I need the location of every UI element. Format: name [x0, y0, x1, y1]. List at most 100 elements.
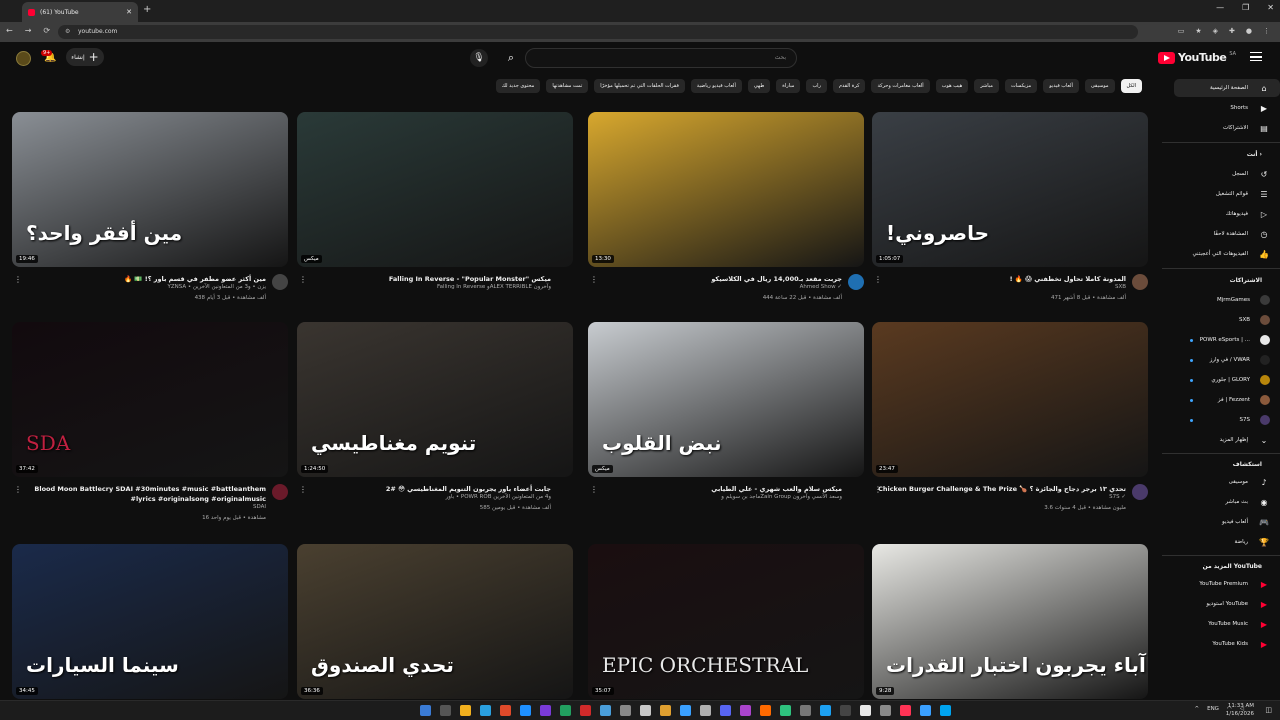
taskbar-app-icon[interactable]	[520, 705, 531, 716]
taskbar-app-icon[interactable]	[640, 705, 651, 716]
video-card[interactable]: ميكس ميكس "Falling In Reverse - "Popular …	[297, 112, 573, 317]
taskbar-app-icon[interactable]	[800, 705, 811, 716]
chip[interactable]: كرة القدم	[832, 79, 866, 93]
taskbar-app-icon[interactable]	[920, 705, 931, 716]
taskbar-app-icon[interactable]	[880, 705, 891, 716]
taskbar-app-icon[interactable]	[460, 705, 471, 716]
video-thumbnail[interactable]: نبض القلوب ميكس	[588, 322, 864, 477]
chip[interactable]: الكل	[1120, 79, 1142, 93]
taskbar-app-icon[interactable]	[480, 705, 491, 716]
video-thumbnail[interactable]: SDA 37:42	[12, 322, 288, 477]
chip[interactable]: محتوى جديد لك	[495, 79, 541, 93]
notification-center-icon[interactable]: ◫	[1265, 706, 1272, 714]
search-icon[interactable]: ⌕	[500, 49, 522, 67]
video-card[interactable]: مين أفقر واحد؟ 19:46 مين أكثر عضو مطفر في …	[12, 112, 288, 317]
sidebar-item[interactable]: SXB	[1174, 311, 1280, 329]
more-actions-icon[interactable]: ⋮	[590, 275, 598, 284]
sidebar-item[interactable]: MjrmGames	[1174, 291, 1280, 309]
taskbar-app-icon[interactable]	[740, 705, 751, 716]
video-thumbnail[interactable]: مين أفقر واحد؟ 19:46	[12, 112, 288, 267]
chip[interactable]: مباراة	[776, 79, 801, 93]
taskbar-app-icon[interactable]	[840, 705, 851, 716]
taskbar-app-icon[interactable]	[860, 705, 871, 716]
tab-close-icon[interactable]: ✕	[126, 8, 132, 16]
video-title[interactable]: ميكس سلام والعب شهري - علي الطيابي	[594, 484, 842, 494]
chip[interactable]: موسيقى	[1084, 79, 1115, 93]
video-title[interactable]: ميكس "Falling In Reverse - "Popular Mons…	[303, 274, 551, 284]
sidebar-item[interactable]: YouTube Premium ▶	[1174, 575, 1280, 593]
sidebar-item[interactable]: الاشتراكات ▤	[1174, 119, 1280, 137]
channel-avatar[interactable]	[272, 484, 288, 500]
sidebar-item[interactable]: فيديوهاتك ▷	[1174, 205, 1280, 223]
profile-icon[interactable]: ●	[1246, 27, 1252, 35]
video-card[interactable]: سينما السيارات 34:45	[12, 544, 288, 700]
search-input[interactable]: بحث	[525, 48, 797, 68]
video-card[interactable]: حاصروني! 1:05:07 المدونة كاملا تحاول تخطفن…	[872, 112, 1148, 317]
sidebar-item[interactable]: استوديو YouTube ▶	[1174, 595, 1280, 613]
video-thumbnail[interactable]: سينما السيارات 34:45	[12, 544, 288, 699]
more-actions-icon[interactable]: ⋮	[874, 275, 882, 284]
taskbar-app-icon[interactable]	[500, 705, 511, 716]
sidebar-item[interactable]: YouTube Music ▶	[1174, 615, 1280, 633]
video-title[interactable]: تحدي ١٣ برجر دجاج والجائزة ؟ 🍗 Chicken B…	[878, 484, 1126, 494]
channel-name[interactable]: S7S ✓	[1109, 494, 1126, 500]
taskbar-app-icon[interactable]	[580, 705, 591, 716]
sidebar-item[interactable]: بث مباشر ◉	[1174, 493, 1280, 511]
hamburger-menu-icon[interactable]	[1250, 52, 1262, 61]
minimize-button[interactable]: —	[1216, 3, 1224, 12]
taskbar-app-icon[interactable]	[440, 705, 451, 716]
taskbar-app-icon[interactable]	[660, 705, 671, 716]
site-info-icon[interactable]: ⚙	[65, 25, 70, 39]
taskbar-app-icon[interactable]	[420, 705, 431, 716]
create-button[interactable]: إنشاء +	[66, 48, 104, 66]
taskbar-app-icon[interactable]	[900, 705, 911, 716]
video-thumbnail[interactable]: 23:47	[872, 322, 1148, 477]
video-title[interactable]: مين أكثر عضو مطفر في قسم باور ؟! 💵 🔥	[18, 274, 266, 284]
taskbar-app-icon[interactable]	[560, 705, 571, 716]
browser-menu-icon[interactable]: ⋮	[1263, 27, 1270, 35]
tray-up-icon[interactable]: ^	[1194, 706, 1199, 712]
video-card[interactable]: 13:30 جربت مقعد بـ14,000 ريال في الكلاسيك…	[588, 112, 864, 317]
taskbar-app-icon[interactable]	[540, 705, 551, 716]
you-heading[interactable]: أنت ›	[1247, 151, 1262, 158]
puzzle-icon[interactable]: ✚	[1229, 27, 1235, 35]
channel-name[interactable]: Ahmed Show ✓	[800, 284, 842, 290]
sidebar-item[interactable]: POWR eSports | ...	[1174, 331, 1280, 349]
reload-icon[interactable]: ⟳	[43, 26, 50, 35]
forward-icon[interactable]: →	[25, 26, 32, 35]
chip[interactable]: ألعاب فيديو	[1043, 79, 1079, 93]
channel-name[interactable]: باور • POWR ROB و4 من المتعاونين الآخرين	[446, 494, 551, 500]
more-actions-icon[interactable]: ⋮	[14, 275, 22, 284]
channel-name[interactable]: YZNSA • يزن • و3 من المتعاونين الآخرين	[168, 284, 266, 290]
video-title[interactable]: جابت أعضاء باور يجربون التنويم المغناطيس…	[303, 484, 551, 494]
channel-name[interactable]: SXB	[1115, 284, 1126, 290]
sidebar-item[interactable]: موسيقى ♪	[1174, 473, 1280, 491]
taskbar-app-icon[interactable]	[600, 705, 611, 716]
channel-avatar[interactable]	[1132, 274, 1148, 290]
channel-avatar[interactable]	[272, 274, 288, 290]
chip[interactable]: مباشر	[974, 79, 999, 93]
more-actions-icon[interactable]: ⋮	[299, 275, 307, 284]
taskbar-app-icon[interactable]	[760, 705, 771, 716]
taskbar-app-icon[interactable]	[720, 705, 731, 716]
video-thumbnail[interactable]: حاصروني! 1:05:07	[872, 112, 1148, 267]
video-title[interactable]: Blood Moon Battlecry SDAI #30minutes #mu…	[18, 484, 266, 504]
taskbar-app-icon[interactable]	[820, 705, 831, 716]
sidebar-item[interactable]: المشاهدة لاحقًا ◷	[1174, 225, 1280, 243]
video-card[interactable]: نبض القلوب ميكس ميكس سلام والعب شهري - علي…	[588, 322, 864, 527]
taskbar-app-icon[interactable]	[680, 705, 691, 716]
sidebar-item[interactable]: فز | Fezzent	[1174, 391, 1280, 409]
show-more-button[interactable]: إظهار المزيد ⌄	[1174, 431, 1280, 449]
video-card[interactable]: آباء يجربون اختبار القدرات 9:28	[872, 544, 1148, 700]
chip[interactable]: طهي	[747, 79, 771, 93]
bookmark-star-icon[interactable]: ★	[1195, 27, 1201, 35]
sidebar-item[interactable]: قوائم التشغيل ☰	[1174, 185, 1280, 203]
taskbar-app-icon[interactable]	[780, 705, 791, 716]
video-card[interactable]: SDA 37:42 Blood Moon Battlecry SDAI #30min…	[12, 322, 288, 527]
chip[interactable]: ألعاب فيديو رياضية	[690, 79, 742, 93]
video-card[interactable]: تنويم مغناطيسي 1:24:50 جابت أعضاء باور يجر…	[297, 322, 573, 527]
clock[interactable]: 11:33 AM 1/16/2026	[1226, 702, 1254, 718]
close-window-button[interactable]: ✕	[1267, 3, 1274, 12]
sidebar-item[interactable]: الصفحة الرئيسية ⌂	[1174, 79, 1280, 97]
taskbar-app-icon[interactable]	[940, 705, 951, 716]
